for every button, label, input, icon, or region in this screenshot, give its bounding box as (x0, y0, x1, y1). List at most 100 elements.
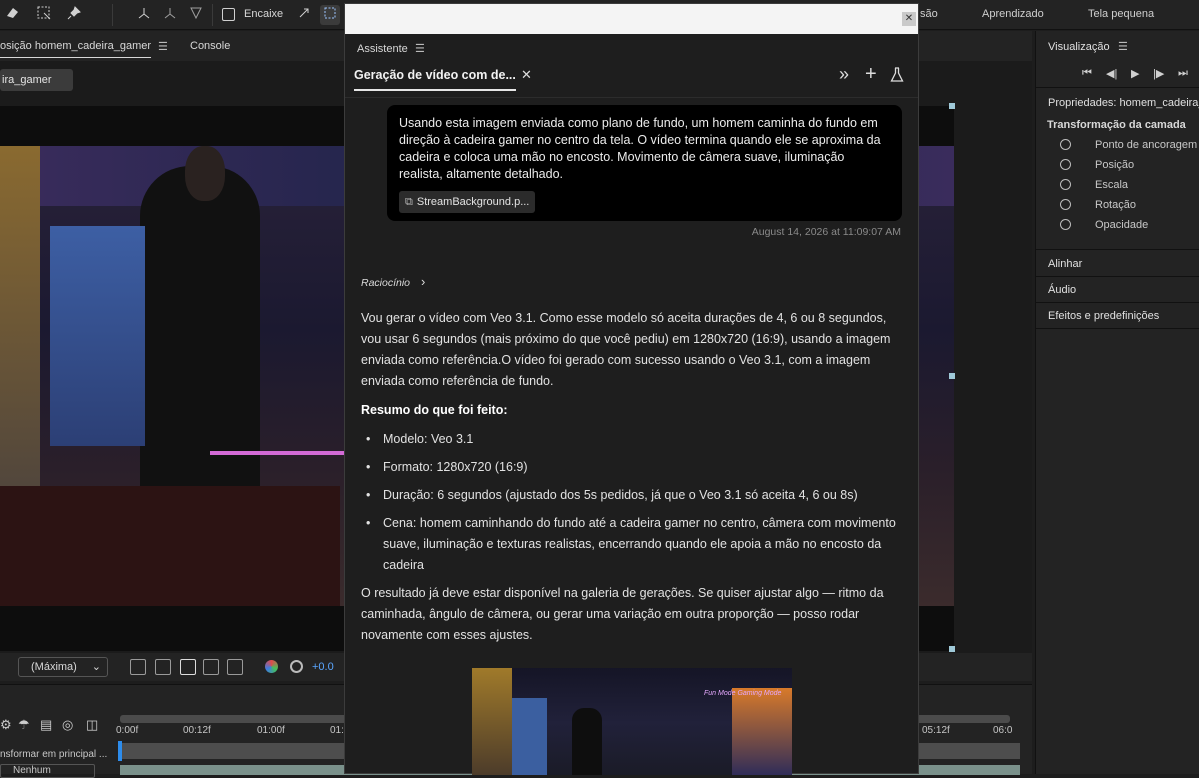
solo-icon[interactable]: ⚙ (0, 717, 12, 733)
snap-label: Encaixe (244, 8, 284, 20)
graph-editor-icon[interactable]: ◫ (86, 717, 98, 733)
guides-icon[interactable] (227, 659, 243, 675)
transform-handle[interactable] (949, 373, 955, 379)
timeline-tick: 01:00f (257, 725, 285, 736)
list-item: Formato: 1280x720 (16:9) (361, 457, 901, 478)
thumb-figurine (472, 668, 512, 775)
add-icon[interactable]: + (865, 63, 877, 86)
person-head (185, 146, 225, 201)
neon-strip (210, 451, 350, 455)
properties-title: Propriedades: homem_cadeira_ (1048, 97, 1199, 109)
generated-video-thumbnail[interactable]: Fun Mode Gaming Mode (472, 668, 792, 775)
axis-view-icon[interactable] (186, 5, 206, 25)
sofa (0, 486, 340, 606)
snap-checkbox[interactable] (222, 8, 235, 21)
first-frame-icon[interactable]: ⏮ (1082, 67, 1092, 80)
preview-menu-icon[interactable]: ☰ (1118, 40, 1128, 53)
chevron-down-icon: ⌄ (91, 661, 101, 673)
transform-title[interactable]: Transformação da camada (1047, 119, 1186, 131)
timeline-tick: 05:12f (922, 725, 950, 736)
assistant-title: Assistente (357, 43, 408, 55)
chevron-double-right-icon[interactable]: » (839, 64, 849, 85)
tab-video-generation[interactable]: Geração de vídeo com de... (354, 68, 516, 91)
divider (1036, 328, 1199, 329)
message-timestamp: August 14, 2026 at 11:09:07 AM (751, 226, 901, 238)
conversation: Usando esta imagem enviada como plano de… (345, 99, 918, 775)
assistant-response: Vou gerar o vídeo com Veo 3.1. Como esse… (361, 308, 901, 654)
preview-title: Visualização (1048, 41, 1110, 53)
divider (1036, 302, 1199, 303)
reset-exposure-icon[interactable] (290, 660, 303, 673)
next-frame-icon[interactable]: |▶ (1153, 67, 1164, 80)
exposure-value[interactable]: +0.0 (312, 661, 334, 673)
shy-icon[interactable]: ☂ (18, 717, 30, 733)
timeline-tick: 00:12f (183, 725, 211, 736)
axis-world-icon[interactable] (134, 5, 154, 25)
pin-icon[interactable] (64, 5, 84, 25)
reasoning-toggle[interactable]: Raciocínio › (361, 274, 425, 289)
track-label: nsformar em principal ... (0, 749, 108, 760)
workspace-partial[interactable]: são (920, 8, 938, 20)
tab-composition[interactable]: osição homem_cadeira_gamer (0, 40, 151, 52)
summary-list: Modelo: Veo 3.1 Formato: 1280x720 (16:9)… (361, 429, 901, 576)
eraser-icon[interactable] (2, 5, 22, 25)
close-icon[interactable]: ✕ (902, 12, 916, 26)
attachment-chip[interactable]: ⧉ StreamBackground.p... (399, 191, 536, 213)
section-audio[interactable]: Áudio (1048, 284, 1076, 296)
axis-local-icon[interactable] (160, 5, 180, 25)
response-paragraph: O resultado já deve estar disponível na … (361, 586, 884, 642)
transform-handle[interactable] (949, 103, 955, 109)
prev-frame-icon[interactable]: ◀| (1106, 67, 1117, 80)
section-align[interactable]: Alinhar (1048, 258, 1082, 270)
transparency-grid-icon[interactable] (155, 659, 171, 675)
stopwatch-icon[interactable] (1060, 219, 1071, 230)
roi-select-icon[interactable] (34, 5, 54, 25)
workspace-learning[interactable]: Aprendizado (982, 8, 1044, 20)
resolution-select[interactable]: (Máxima) ⌄ (18, 657, 108, 677)
color-channel-icon[interactable] (265, 660, 278, 673)
snap-expand-icon[interactable] (294, 5, 314, 25)
frame-blend-icon[interactable]: ▤ (40, 717, 52, 733)
attachment-name: StreamBackground.p... (416, 196, 530, 208)
reasoning-label: Raciocínio (361, 277, 411, 289)
stopwatch-icon[interactable] (1060, 179, 1071, 190)
file-icon: ⧉ (405, 196, 413, 208)
figurine-left (50, 226, 145, 446)
close-tab-icon[interactable]: ✕ (521, 67, 532, 83)
region-of-interest-icon[interactable] (203, 659, 219, 675)
stopwatch-icon[interactable] (1060, 139, 1071, 150)
tab-menu-icon[interactable]: ☰ (158, 40, 168, 53)
blend-mode-value: Nenhum (13, 765, 51, 776)
toolbar-divider (112, 4, 113, 26)
summary-heading: Resumo do que foi feito: (361, 403, 508, 417)
divider (1036, 276, 1199, 277)
thumb-figurine (732, 688, 792, 775)
play-icon[interactable]: ▶ (1131, 67, 1139, 80)
section-effects[interactable]: Efeitos e predefinições (1048, 310, 1159, 322)
fast-preview-icon[interactable] (130, 659, 146, 675)
list-item: Duração: 6 segundos (ajustado dos 5s ped… (361, 485, 901, 506)
last-frame-icon[interactable]: ⏭ (1178, 67, 1188, 80)
response-paragraph: Vou gerar o vídeo com Veo 3.1. Como esse… (361, 311, 891, 388)
stopwatch-icon[interactable] (1060, 159, 1071, 170)
flask-icon[interactable] (890, 67, 904, 83)
neon-sign: Fun Mode Gaming Mode (704, 690, 782, 697)
tab-console[interactable]: Console (190, 40, 230, 52)
resolution-value: (Máxima) (31, 661, 77, 673)
menu-icon[interactable]: ☰ (415, 42, 425, 55)
timeline-switches: ⚙ ☂ ▤ ◎ ◫ (0, 717, 110, 737)
transform-handle[interactable] (949, 646, 955, 652)
chevron-right-icon: › (420, 274, 426, 289)
stopwatch-icon[interactable] (1060, 199, 1071, 210)
workspace-small-screen[interactable]: Tela pequena (1088, 8, 1154, 20)
blend-mode-select[interactable]: Nenhum (0, 764, 95, 778)
mask-visibility-icon[interactable] (180, 659, 196, 675)
properties-panel: Visualização ☰ ⏮ ◀| ▶ |▶ ⏭ Propriedades:… (1035, 31, 1199, 774)
assistant-header: Assistente ☰ Geração de vídeo com de... … (345, 34, 918, 98)
snap-target-icon[interactable] (320, 5, 340, 25)
composition-breadcrumb[interactable]: ira_gamer (0, 69, 73, 91)
rotation-label: Rotação (1095, 199, 1136, 211)
playhead[interactable] (118, 741, 122, 761)
motion-blur-icon[interactable]: ◎ (62, 717, 73, 733)
anchor-point-label: Ponto de ancoragem (1095, 139, 1198, 151)
